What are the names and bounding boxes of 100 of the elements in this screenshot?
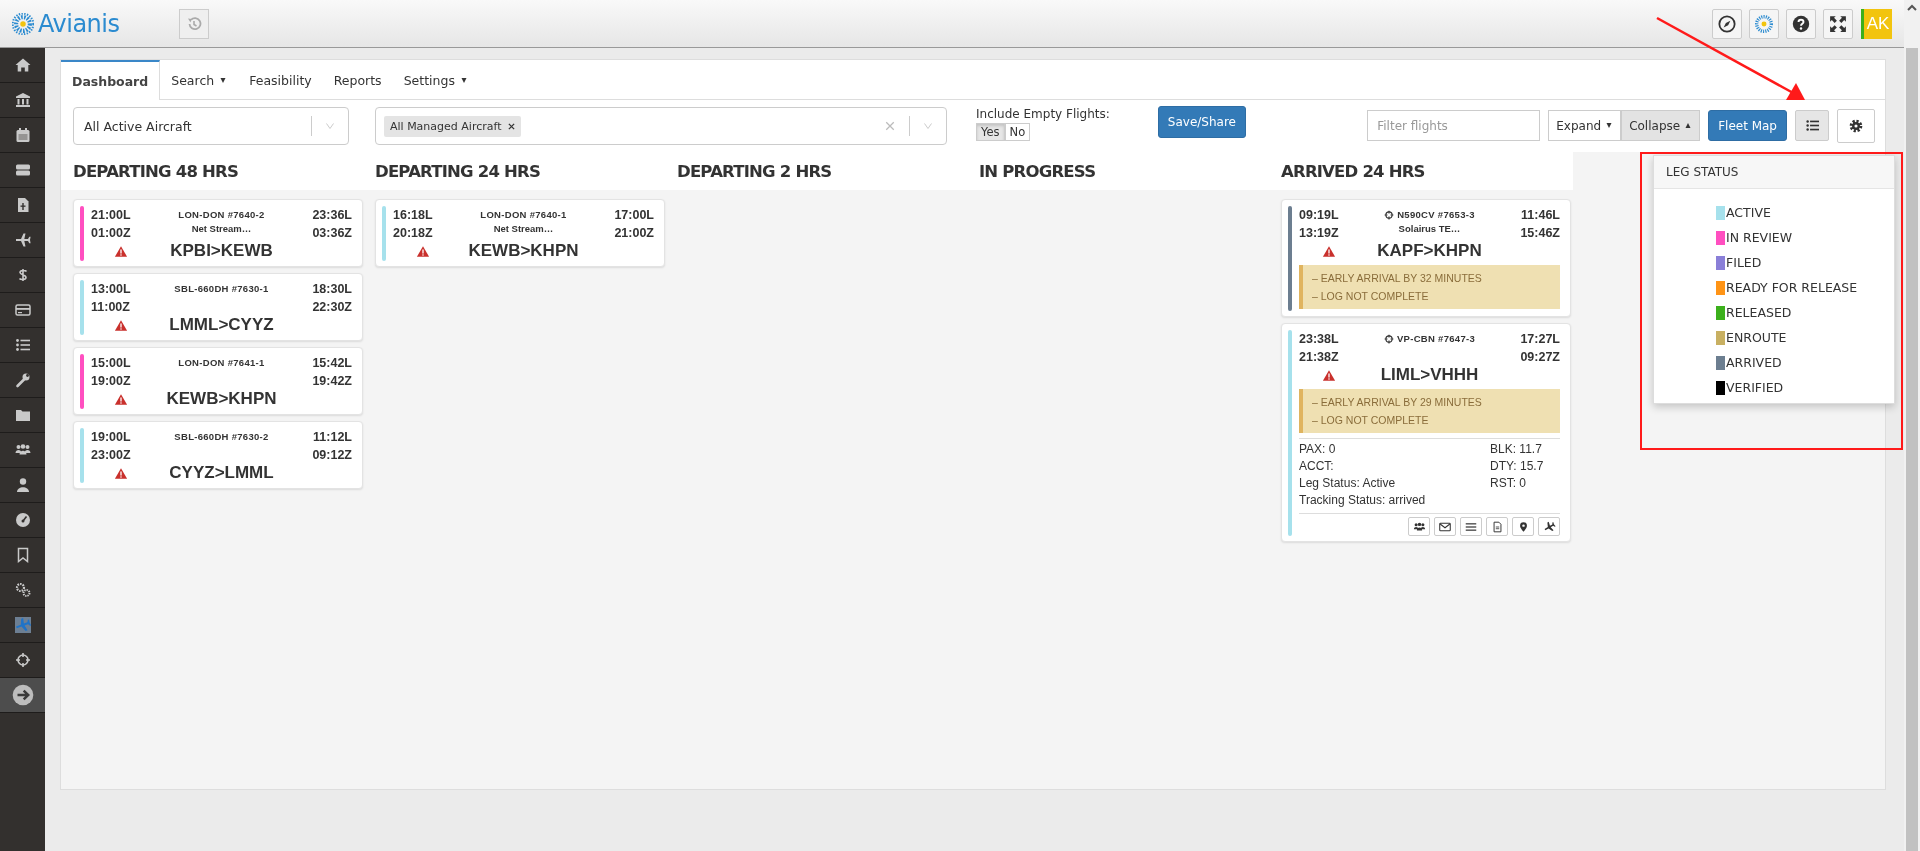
route-label: KAPF>KHPN: [1376, 241, 1483, 261]
view-button[interactable]: Expand: [1548, 110, 1622, 141]
flight-card[interactable]: 09:19L 13:19Z N590CV #7653-3 Solairus TE… 11:46L 15:46Z KAPF>KHPN – EARLY ARRIVAL BY 32 MINUTES – LOG NOT COMPLETE: [1281, 199, 1571, 317]
aircraft-label: SBL-660DH #7630-2: [174, 430, 269, 444]
departure-local-time: 09:19L: [1299, 207, 1340, 224]
alert-text: – EARLY ARRIVAL BY 29 MINUTES: [1312, 396, 1483, 408]
column-heading: DEPARTING 2 HRS: [677, 161, 832, 181]
caret-icon: [219, 78, 228, 83]
column-heading: IN PROGRESS: [979, 161, 1096, 181]
arrival-zulu-time: 19:42Z: [311, 373, 352, 390]
route-label: KPBI>KEWB: [169, 241, 274, 261]
legend-title: LEG STATUS: [1654, 156, 1894, 189]
aircraft-select[interactable]: All Active Aircraft: [73, 107, 349, 145]
detail-text: PAX: 0: [1299, 441, 1337, 458]
calendar-icon: [14, 127, 31, 143]
menu-icon: [1465, 520, 1477, 533]
managed-aircraft-select[interactable]: All Managed Aircraft: [375, 107, 947, 145]
arrival-local-time: 18:30L: [311, 281, 352, 298]
fleet-map-button[interactable]: Fleet Map: [1708, 110, 1787, 141]
arrival-local-time: 23:36L: [311, 207, 352, 224]
fullscreen-button[interactable]: [1823, 8, 1853, 39]
flight-card[interactable]: 21:00L 01:00Z LON-DON #7640-2 Net Stream… 23:36L 03:36Z KPBI>KEWB: [73, 199, 363, 267]
alert-text: – EARLY ARRIVAL BY 32 MINUTES: [1312, 272, 1483, 284]
remove-icon: [508, 122, 516, 130]
gauge-icon: [14, 512, 31, 528]
alert-text: – LOG NOT COMPLETE: [1312, 290, 1430, 302]
crew-button[interactable]: [1408, 517, 1430, 536]
users-icon: [14, 442, 31, 458]
toggle-option[interactable]: Yes: [976, 123, 1005, 141]
server-icon: [14, 162, 31, 178]
arrival-zulu-time: 22:30Z: [311, 299, 352, 316]
detail-text: DTY: 15.7: [1490, 458, 1545, 475]
location-button[interactable]: [1512, 517, 1534, 536]
toggle-option[interactable]: No: [1004, 123, 1031, 141]
airplane-icon: [1542, 520, 1556, 533]
legend-button[interactable]: [1795, 110, 1829, 141]
flight-card[interactable]: 13:00L 11:00Z SBL-660DH #7630-1 18:30L 22:30Z LMML>CYYZ: [73, 273, 363, 341]
save-share-button[interactable]: Save/Share: [1157, 106, 1246, 138]
arrow-right-icon: [11, 684, 34, 706]
status-label: ENROUTE: [1726, 330, 1787, 345]
nav-tab[interactable]: Dashboard: [61, 60, 161, 100]
arrival-local-time: 11:12L: [312, 429, 352, 446]
logo-button[interactable]: [1749, 8, 1779, 39]
departure-zulu-time: 21:38Z: [1299, 349, 1340, 366]
flight-card[interactable]: 19:00L 23:00Z SBL-660DH #7630-2 11:12L 09:12Z CYYZ>LMML: [73, 421, 363, 489]
sunburst-logo-icon: [12, 12, 34, 35]
arrival-zulu-time: 21:00Z: [613, 225, 654, 242]
fullscreen-icon: [1829, 14, 1847, 33]
crosshair-icon: [14, 652, 31, 668]
departure-zulu-time: 23:00Z: [91, 447, 132, 464]
brand-name: Avianis: [38, 9, 120, 38]
detail-text: BLK: 11.7: [1490, 441, 1543, 458]
arrival-zulu-time: 03:36Z: [311, 225, 352, 242]
settings-button[interactable]: [1837, 109, 1875, 143]
email-button[interactable]: [1434, 517, 1456, 536]
gears-icon: [14, 582, 31, 598]
customer-name: Net Stream…: [191, 222, 252, 235]
departure-local-time: 19:00L: [91, 429, 132, 446]
settings-icon: [1849, 119, 1863, 133]
clear-icon: [885, 121, 895, 131]
chevron-down-icon: [324, 122, 336, 130]
flight-card[interactable]: 16:18L 20:18Z LON-DON #7640-1 Net Stream… 17:00L 21:00Z KEWB>KHPN: [375, 199, 665, 267]
chevron-down-icon: [922, 122, 934, 130]
departure-zulu-time: 13:19Z: [1299, 225, 1340, 242]
departure-zulu-time: 20:18Z: [393, 225, 434, 242]
user-icon: [14, 477, 31, 493]
help-button[interactable]: [1786, 8, 1816, 39]
flight-button[interactable]: [1538, 517, 1560, 536]
aircraft-label: SBL-660DH #7630-1: [174, 282, 269, 296]
status-label: VERIFIED: [1726, 380, 1784, 395]
document-button[interactable]: [1486, 517, 1508, 536]
menu-button[interactable]: [1460, 517, 1482, 536]
sunburst-icon: [1755, 14, 1773, 33]
arrival-zulu-time: 09:27Z: [1519, 349, 1560, 366]
flight-card[interactable]: 23:38L 21:38Z VP-CBN #7647-3 17:27L 09:27Z LIML>VHHH – EARLY ARRIVAL BY 29 MINUTES – LOG NOT COMPLETE PAX: 0 ACCT: Leg Status: Active Tracking Status: arrived BLK: 11.7 DTY: 15.7 RST: 0: [1281, 323, 1571, 542]
route-label: KEWB>KHPN: [165, 389, 278, 409]
include-empty-label: Include Empty Flights:: [976, 107, 1110, 121]
column-heading: DEPARTING 48 HRS: [73, 161, 239, 181]
caret-icon: [1605, 123, 1614, 128]
column-heading: ARRIVED 24 HRS: [1281, 161, 1425, 181]
credit-card-icon: [14, 302, 31, 318]
caret-icon: [1684, 123, 1693, 128]
users-icon: [1412, 520, 1426, 533]
airplane-icon: [14, 232, 31, 248]
departure-zulu-time: 11:00Z: [91, 299, 131, 316]
view-button[interactable]: Collapse: [1621, 110, 1701, 141]
filter-field[interactable]: Filter flights: [1367, 110, 1541, 141]
status-label: READY FOR RELEASE: [1726, 280, 1858, 295]
flight-card[interactable]: 15:00L 19:00Z LON-DON #7641-1 15:42L 19:42Z KEWB>KHPN: [73, 347, 363, 415]
arrival-zulu-time: 09:12Z: [311, 447, 352, 464]
detail-text: ACCT:: [1299, 458, 1335, 475]
arrival-local-time: 15:42L: [311, 355, 352, 372]
arrival-local-time: 11:46L: [1520, 207, 1560, 224]
caret-icon: [459, 78, 468, 83]
map-plane-icon: [14, 617, 31, 633]
compass-button[interactable]: [1712, 8, 1742, 39]
route-label: LIML>VHHH: [1379, 365, 1480, 385]
route-label: CYYZ>LMML: [168, 463, 275, 483]
status-label: FILED: [1726, 255, 1762, 270]
status-label: ARRIVED: [1726, 355, 1782, 370]
